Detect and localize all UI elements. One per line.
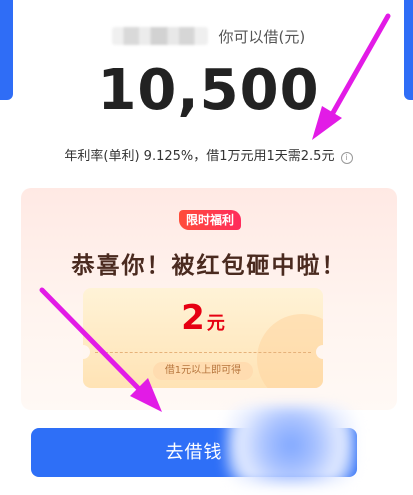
coupon-value: 2 (181, 298, 205, 338)
coupon-divider (95, 352, 311, 353)
borrow-amount: 10,500 (97, 58, 320, 123)
can-borrow-text: 你可以借(元) (218, 28, 306, 46)
limited-offer-badge: 限时福利 (179, 210, 241, 230)
promo-title: 恭喜你！被红包砸中啦！ (71, 253, 347, 279)
coupon-amount: 2元 (83, 298, 323, 338)
interest-rate-info: 年利率(单利) 9.125%，借1万元用1天需2.5元 i (13, 145, 404, 164)
blurred-username (111, 27, 208, 45)
coupon-notch-left (83, 345, 90, 359)
coupon-condition: 借1元以上即可得 (153, 362, 253, 380)
red-packet-coupon[interactable]: 2元 借1元以上即可得 (83, 288, 323, 388)
promo-card: 限时福利 恭喜你！被红包砸中啦！ 2元 借1元以上即可得 (21, 188, 397, 410)
info-circle-icon[interactable]: i (340, 152, 353, 164)
left-edge-panel (0, 0, 13, 100)
coupon-notch-right (316, 345, 323, 359)
coupon-unit: 元 (206, 313, 225, 334)
rate-text: 年利率(单利) 9.125%，借1万元用1天需2.5元 (64, 149, 335, 164)
borrow-limit-label: 你可以借(元) (13, 26, 404, 47)
blurred-overlay (226, 406, 356, 484)
right-edge-panel (404, 0, 413, 100)
